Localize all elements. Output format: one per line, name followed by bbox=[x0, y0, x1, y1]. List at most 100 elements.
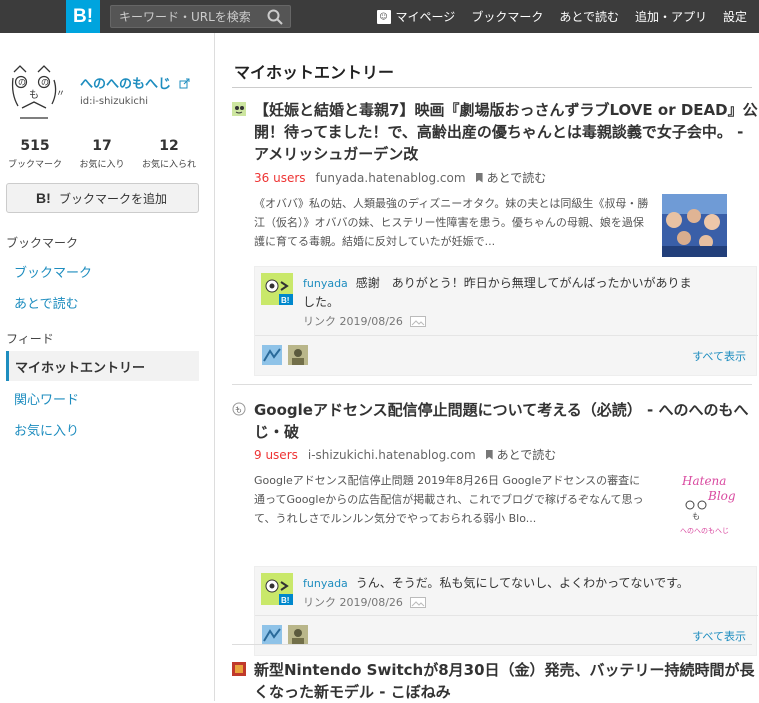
stat-number: 17 bbox=[92, 138, 112, 154]
hatena-logo[interactable]: B! bbox=[66, 0, 100, 33]
comment-body: うん、そうだ。私も気にしてないし、よくわかってないです。 bbox=[355, 576, 689, 590]
commenter-name[interactable]: funyada bbox=[303, 577, 348, 590]
section-bookmark-heading: ブックマーク bbox=[6, 236, 79, 250]
entry-separator bbox=[232, 644, 752, 645]
sidebar: の の も 〃 へのへのもへじ id:i-shizukichi 515 ブックマ… bbox=[0, 33, 215, 701]
thumb-text-blog: Blog bbox=[707, 489, 736, 503]
read-later-button[interactable]: あとで読む bbox=[475, 169, 547, 186]
stat-label: お気に入られ bbox=[141, 160, 196, 170]
entry-domain[interactable]: funyada.hatenablog.com bbox=[316, 171, 466, 185]
comment-link-date[interactable]: リンク 2019/08/26 bbox=[303, 315, 403, 328]
comment-divider bbox=[255, 335, 758, 336]
read-later-button[interactable]: あとで読む bbox=[485, 446, 557, 463]
comment-box: B! funyada 感謝 ありがとう！昨日から無理してがんばったかいがありました… bbox=[254, 266, 758, 376]
stat-favorited[interactable]: 12 お気に入られ bbox=[137, 138, 201, 170]
show-all-link[interactable]: すべて表示 bbox=[692, 348, 746, 364]
bookmark-icon bbox=[485, 449, 493, 460]
bookmarker-avatar[interactable] bbox=[288, 625, 308, 645]
show-all-link[interactable]: すべて表示 bbox=[692, 628, 746, 644]
entry-meta: 36 users funyada.hatenablog.com あとで読む bbox=[254, 169, 546, 186]
entry-meta: 9 users i-shizukichi.hatenablog.com あとで読… bbox=[254, 446, 556, 463]
sidebar-link-bookmark[interactable]: ブックマーク bbox=[14, 262, 92, 281]
image-icon[interactable] bbox=[410, 316, 427, 327]
bookmarker-avatar[interactable] bbox=[262, 625, 282, 645]
search-icon[interactable] bbox=[266, 8, 284, 26]
entry-thumbnail[interactable] bbox=[662, 194, 727, 257]
bookmark-icon bbox=[475, 172, 483, 183]
svg-text:も: も bbox=[692, 512, 700, 521]
entry-separator bbox=[232, 384, 752, 385]
profile: の の も 〃 へのへのもへじ id:i-shizukichi bbox=[8, 60, 208, 120]
title-divider bbox=[232, 87, 752, 88]
thumb-text-hatena: Hatena bbox=[681, 474, 726, 488]
users-count[interactable]: 9 users bbox=[254, 448, 298, 462]
stat-label: お気に入り bbox=[79, 160, 125, 170]
svg-text:の: の bbox=[18, 78, 26, 87]
comment-body: 感謝 ありがとう！昨日から無理してがんばったかいがありました。 bbox=[303, 276, 692, 309]
add-bookmark-label: ブックマークを追加 bbox=[59, 191, 168, 206]
nav-mypage-label: マイページ bbox=[395, 10, 456, 24]
external-link-icon bbox=[179, 78, 190, 89]
nav-add-app[interactable]: 追加・アプリ bbox=[635, 8, 707, 25]
commenter-name[interactable]: funyada bbox=[303, 277, 348, 290]
comment-link-date[interactable]: リンク 2019/08/26 bbox=[303, 596, 403, 609]
thumb-text-name: へのへのもへじ bbox=[680, 527, 729, 535]
profile-id: id:i-shizukichi bbox=[80, 96, 148, 107]
svg-text:の: の bbox=[41, 78, 49, 87]
entry-description: 《オババ》私の姑、人類最強のディズニーオタク。妹の夫とは同級生《叔母・勝江（仮名… bbox=[254, 197, 649, 248]
entry-title-link[interactable]: 【妊娠と結婚と毒親7】映画『劇場版おっさんずラブLOVE or DEAD』公開！… bbox=[254, 99, 759, 165]
svg-text:B!: B! bbox=[281, 596, 289, 605]
entry-domain[interactable]: i-shizukichi.hatenablog.com bbox=[308, 448, 476, 462]
entry-title-link[interactable]: 新型Nintendo Switchが8月30日（金）発売、バッテリー持続時間が長… bbox=[254, 659, 759, 703]
comment-box: B! funyada うん、そうだ。私も気にしてないし、よくわかってないです。 リ… bbox=[254, 566, 758, 656]
site-favicon-icon: も bbox=[232, 402, 246, 416]
sidebar-link-my-hot-entry[interactable]: マイホットエントリー bbox=[6, 351, 199, 381]
add-bookmark-button[interactable]: B! ブックマークを追加 bbox=[6, 183, 199, 213]
profile-name[interactable]: へのへのもへじ bbox=[80, 73, 190, 92]
commenter-avatar[interactable]: B! bbox=[261, 273, 293, 305]
main-content: マイホットエントリー 【妊娠と結婚と毒親7】映画『劇場版おっさんずラブLOVE … bbox=[216, 33, 759, 701]
site-favicon-icon bbox=[232, 102, 246, 116]
profile-stats: 515 ブックマーク 17 お気に入り 12 お気に入られ bbox=[0, 138, 215, 170]
bookmarker-avatar[interactable] bbox=[288, 345, 308, 365]
sidebar-link-favorites[interactable]: お気に入り bbox=[14, 420, 79, 439]
entry-title-link[interactable]: Googleアドセンス配信停止問題について考える（必読） - へのへのもへじ・破 bbox=[254, 399, 759, 443]
stat-bookmarks[interactable]: 515 ブックマーク bbox=[3, 138, 67, 170]
stat-favorites[interactable]: 17 お気に入り bbox=[70, 138, 134, 170]
stat-number: 515 bbox=[20, 138, 50, 154]
users-count[interactable]: 36 users bbox=[254, 171, 306, 185]
comment-text: funyada うん、そうだ。私も気にしてないし、よくわかってないです。 bbox=[303, 574, 703, 593]
svg-text:B!: B! bbox=[281, 296, 289, 305]
hatena-b-icon: B! bbox=[36, 190, 51, 206]
bookmarker-avatar[interactable] bbox=[262, 345, 282, 365]
sidebar-link-interest-words[interactable]: 関心ワード bbox=[14, 389, 79, 408]
mypage-icon: ☺ bbox=[376, 9, 391, 24]
search-input[interactable] bbox=[111, 6, 261, 27]
stat-number: 12 bbox=[159, 138, 179, 154]
top-bar: B! ☺ マイページ ブックマーク あとで読む 追加・アプリ 設定 bbox=[0, 0, 759, 33]
entry-description: Googleアドセンス配信停止問題 2019年8月26日 Googleアドセンス… bbox=[254, 474, 644, 525]
svg-text:も: も bbox=[29, 89, 39, 101]
entry-thumbnail[interactable]: Hatena Blog も へのへのもへじ bbox=[662, 469, 747, 539]
sidebar-link-read-later[interactable]: あとで読む bbox=[14, 293, 79, 312]
nav-settings[interactable]: 設定 bbox=[723, 8, 747, 25]
stat-label: ブックマーク bbox=[7, 160, 62, 170]
hatena-blog-thumb-art: Hatena Blog も へのへのもへじ bbox=[662, 469, 747, 539]
nav-mypage[interactable]: ☺ マイページ bbox=[376, 8, 456, 25]
commenter-avatar[interactable]: B! bbox=[261, 573, 293, 605]
comment-text: funyada 感謝 ありがとう！昨日から無理してがんばったかいがありました。 bbox=[303, 274, 703, 312]
page-title: マイホットエントリー bbox=[234, 63, 395, 82]
svg-text:も: も bbox=[235, 406, 242, 414]
profile-name-text: へのへのもへじ bbox=[80, 77, 172, 92]
read-later-label: あとで読む bbox=[486, 171, 547, 185]
nav-read-later[interactable]: あとで読む bbox=[559, 8, 619, 25]
comment-meta: リンク 2019/08/26 bbox=[303, 594, 427, 610]
nav-bookmark[interactable]: ブックマーク bbox=[471, 8, 543, 25]
avatar[interactable]: の の も 〃 bbox=[8, 60, 72, 120]
global-nav: ☺ マイページ ブックマーク あとで読む 追加・アプリ 設定 bbox=[361, 0, 747, 33]
image-icon[interactable] bbox=[410, 597, 427, 608]
search-box bbox=[110, 5, 291, 28]
section-feed-heading: フィード bbox=[6, 332, 54, 346]
svg-text:〃: 〃 bbox=[56, 89, 65, 99]
read-later-label: あとで読む bbox=[496, 448, 557, 462]
